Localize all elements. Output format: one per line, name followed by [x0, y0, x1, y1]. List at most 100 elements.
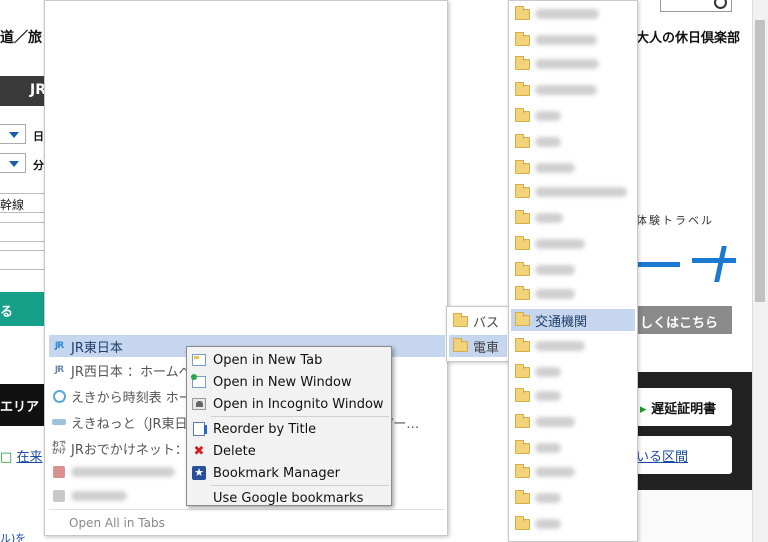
folder-icon	[515, 285, 530, 300]
ekinet-icon	[51, 414, 67, 430]
range-link[interactable]: いる区間	[636, 436, 732, 474]
folder-item[interactable]	[511, 233, 635, 255]
folder-item-bus[interactable]: バス	[449, 310, 507, 332]
blurred-bookmark-label	[71, 467, 175, 477]
arrow-right-icon: ▸	[640, 402, 647, 417]
delete-icon: ✖	[193, 443, 205, 459]
folder-icon	[515, 209, 530, 224]
delay-certificate-button[interactable]: ▸ 遅延証明書	[636, 388, 732, 426]
folder-icon	[515, 261, 530, 276]
folder-icon	[515, 81, 530, 96]
bookmark-context-menu: Open in New Tab Open in New Window Open …	[186, 346, 392, 506]
details-button[interactable]: しくはこちら	[636, 306, 732, 334]
folder-icon	[515, 489, 530, 504]
menu-item-label: Open in New Tab	[213, 352, 323, 368]
folder-item[interactable]	[511, 29, 635, 51]
area-tab[interactable]: エリア	[0, 384, 46, 426]
folder-icon	[515, 311, 530, 326]
date-select[interactable]	[0, 124, 26, 144]
menu-open-new-tab[interactable]: Open in New Tab	[187, 349, 391, 371]
folder-item[interactable]	[511, 79, 635, 101]
folder-item-train[interactable]: 電車	[449, 335, 507, 357]
folder-item[interactable]	[511, 259, 635, 281]
folder-label: バス	[473, 315, 500, 331]
incognito-icon	[191, 396, 207, 412]
menu-reorder-by-title[interactable]: Reorder by Title	[187, 418, 391, 440]
folder-item[interactable]	[511, 361, 635, 383]
folder-item[interactable]	[511, 105, 635, 127]
conventional-line-link-text: 在来	[16, 450, 43, 465]
menu-separator	[49, 509, 445, 510]
folder-item[interactable]	[511, 487, 635, 509]
folder-icon	[515, 5, 530, 20]
bookmark-label: えきねっと（JR東日	[71, 416, 188, 432]
folder-icon	[515, 363, 530, 378]
bottom-left-link[interactable]: ル)を	[0, 530, 26, 542]
bookmark-label: JRおでかけネット：	[71, 442, 188, 458]
jr-tab[interactable]: JR	[0, 76, 46, 106]
folder-icon	[515, 107, 530, 122]
folder-item[interactable]	[511, 53, 635, 75]
bottom-panel	[636, 490, 752, 542]
site-search-icon[interactable]	[660, 0, 732, 12]
bookmark-label: えきから時刻表 ホー	[71, 390, 192, 406]
jr-logo-icon: JR	[54, 341, 64, 351]
folder-item[interactable]	[511, 3, 635, 25]
travel-logo	[636, 246, 740, 282]
menu-open-new-window[interactable]: Open in New Window	[187, 371, 391, 393]
open-all-in-tabs[interactable]: Open All in Tabs	[69, 516, 165, 530]
folder-icon	[515, 235, 530, 250]
link-bullet-icon: □	[0, 450, 13, 465]
conventional-line-link[interactable]: □ 在来	[0, 446, 42, 465]
clock-icon	[51, 388, 67, 404]
folder-item[interactable]	[511, 437, 635, 459]
folder-icon	[515, 463, 530, 478]
route-input-3[interactable]	[0, 250, 46, 270]
folder-item[interactable]	[511, 157, 635, 179]
route-input-2[interactable]	[0, 222, 46, 242]
folder-item[interactable]	[511, 335, 635, 357]
menu-open-incognito[interactable]: Open in Incognito Window	[187, 393, 391, 415]
folder-item[interactable]	[511, 181, 635, 203]
folder-item[interactable]	[511, 131, 635, 153]
menu-item-label: Open in Incognito Window	[213, 396, 384, 412]
site-favicon-icon	[51, 488, 67, 504]
folder-item[interactable]	[511, 411, 635, 433]
menu-separator	[211, 485, 389, 486]
route-input[interactable]: 幹線	[0, 193, 46, 213]
menu-use-google-bookmarks[interactable]: Use Google bookmarks	[187, 487, 391, 509]
minute-select-label: 分	[33, 159, 44, 172]
menu-item-label: Bookmark Manager	[213, 465, 340, 481]
bookmark-label: JR西日本 ：ホームペ	[71, 364, 192, 380]
star-icon: ★	[191, 465, 207, 481]
folder-icon	[515, 133, 530, 148]
subfolder-menu: バス 電車	[446, 306, 510, 362]
folder-icon	[515, 31, 530, 46]
folder-icon	[515, 159, 530, 174]
menu-delete[interactable]: ✖ Delete	[187, 440, 391, 462]
folder-label: 電車	[473, 340, 500, 356]
folder-icon	[453, 312, 468, 327]
folder-icon	[515, 337, 530, 352]
folder-item-transportation[interactable]: 交通機関	[511, 309, 635, 331]
blurred-bookmark-label	[71, 491, 127, 501]
folder-item[interactable]	[511, 207, 635, 229]
odekake-icon: おで かけ	[52, 440, 66, 455]
menu-item-label: Delete	[213, 443, 256, 459]
menu-bookmark-manager[interactable]: ★ Bookmark Manager	[187, 462, 391, 484]
folder-icon	[453, 337, 468, 352]
folder-item[interactable]	[511, 385, 635, 407]
date-select-label: 日	[33, 130, 44, 143]
otona-club-title: 大人の休日倶楽部	[636, 31, 741, 46]
folder-item[interactable]	[511, 513, 635, 535]
folder-icon	[515, 439, 530, 454]
page-scrollbar-thumb[interactable]	[755, 20, 765, 302]
menu-separator	[211, 416, 389, 417]
folder-icon	[515, 55, 530, 70]
folder-item[interactable]	[511, 283, 635, 305]
minute-select[interactable]	[0, 153, 26, 173]
folder-item[interactable]	[511, 461, 635, 483]
folder-icon	[515, 387, 530, 402]
menu-item-label: Open in New Window	[213, 374, 352, 390]
search-button[interactable]: る	[0, 292, 46, 326]
